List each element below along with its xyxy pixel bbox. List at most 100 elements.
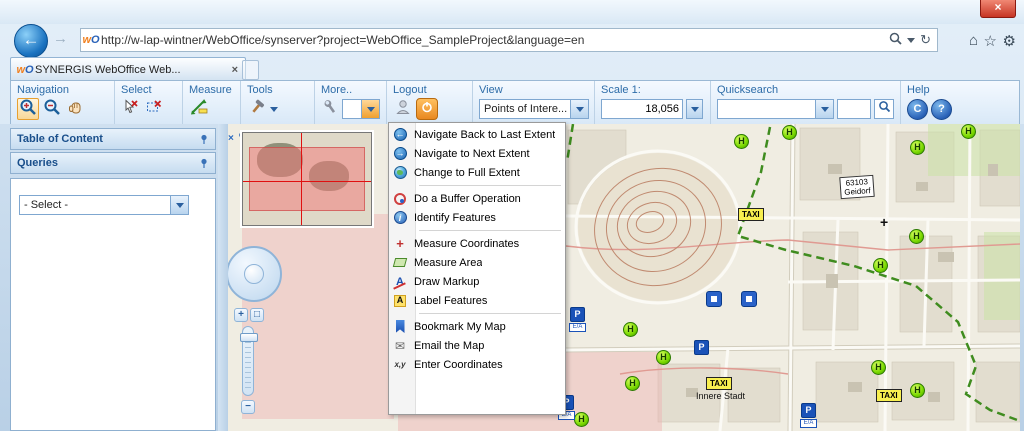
view-dropdown-trigger[interactable] xyxy=(570,100,588,118)
address-bar[interactable]: wO http://w-lap-wintner/WebOffice/synser… xyxy=(80,28,938,52)
wrench-tool[interactable] xyxy=(321,99,339,119)
menu-item-identify-features[interactable]: i Identify Features xyxy=(389,208,565,227)
scale-input[interactable] xyxy=(601,99,683,119)
zoom-slider-handle[interactable] xyxy=(240,333,258,342)
taxi-sign[interactable]: TAXI xyxy=(738,208,764,221)
pan-west-arrow[interactable] xyxy=(232,269,242,279)
menu-item-measure-area[interactable]: Measure Area xyxy=(389,253,565,272)
logout-button[interactable] xyxy=(416,98,438,120)
toc-header-label: Table of Content xyxy=(17,133,103,145)
parking-icon[interactable]: P xyxy=(694,340,709,355)
zoom-slider-track[interactable] xyxy=(240,326,258,396)
pan-control[interactable] xyxy=(228,246,282,302)
more-dropdown-trigger[interactable] xyxy=(361,100,379,118)
queries-panel-body: - Select - xyxy=(10,178,216,431)
tools-dropdown-caret[interactable] xyxy=(270,106,278,116)
stop-marker[interactable]: H xyxy=(910,383,925,398)
title-bar: × xyxy=(0,0,1024,24)
menu-item-full-extent[interactable]: Change to Full Extent xyxy=(389,163,565,182)
browser-back-button[interactable]: ← xyxy=(14,24,48,58)
pin-icon[interactable] xyxy=(199,134,209,145)
menu-item-email-map[interactable]: ✉ Email the Map xyxy=(389,336,565,355)
new-tab-button[interactable] xyxy=(242,60,259,80)
browser-tab[interactable]: wO SYNERGIS WebOffice Web... × xyxy=(10,57,246,81)
zoom-in-tool[interactable] xyxy=(17,98,39,120)
pan-north-arrow[interactable] xyxy=(249,252,259,262)
help-button[interactable]: ? xyxy=(931,98,952,120)
query-dropdown-trigger[interactable] xyxy=(170,196,188,214)
parking-garage-icon[interactable]: P E/A xyxy=(569,307,586,332)
parking-garage-icon[interactable]: P E/A xyxy=(800,403,817,428)
search-icon[interactable] xyxy=(889,32,902,48)
stop-marker[interactable]: H xyxy=(734,134,749,149)
select-by-rectangle-tool[interactable] xyxy=(144,99,164,119)
zoom-minus-button[interactable]: − xyxy=(241,400,255,414)
panel-header-toc[interactable]: Table of Content xyxy=(10,128,216,150)
menu-item-bookmark-map[interactable]: Bookmark My Map xyxy=(389,317,565,336)
quicksearch-dropdown-trigger[interactable] xyxy=(815,100,834,118)
menu-item-navigate-back[interactable]: ← Navigate Back to Last Extent xyxy=(389,125,565,144)
menu-item-enter-coordinates[interactable]: x,y Enter Coordinates xyxy=(389,355,565,374)
overview-map[interactable] xyxy=(242,132,372,226)
user-tool[interactable] xyxy=(393,99,413,119)
tools-hammer-tool[interactable] xyxy=(247,99,267,119)
stop-marker[interactable]: H xyxy=(623,322,638,337)
stop-marker[interactable]: H xyxy=(910,140,925,155)
stop-marker[interactable]: H xyxy=(574,412,589,427)
poi-icon[interactable] xyxy=(741,291,757,307)
stop-marker[interactable]: H xyxy=(961,124,976,139)
browser-forward-button[interactable]: → xyxy=(53,30,68,47)
stop-marker[interactable]: H xyxy=(909,229,924,244)
more-combo[interactable] xyxy=(342,99,380,119)
stop-marker[interactable]: H xyxy=(625,376,640,391)
favorites-star-icon[interactable]: ☆ xyxy=(984,32,997,50)
quicksearch-input[interactable] xyxy=(837,99,872,119)
menu-item-measure-coordinates[interactable]: + Measure Coordinates xyxy=(389,234,565,253)
zoom-box-button[interactable]: □ xyxy=(250,308,264,322)
query-select[interactable]: - Select - xyxy=(19,195,189,215)
pan-east-arrow[interactable] xyxy=(266,269,276,279)
stop-marker[interactable]: H xyxy=(871,360,886,375)
quicksearch-select[interactable] xyxy=(717,99,835,119)
stop-marker[interactable]: H xyxy=(656,350,671,365)
address-bar-row: ← → wO http://w-lap-wintner/WebOffice/sy… xyxy=(0,22,1024,58)
scale-dropdown-trigger[interactable] xyxy=(687,100,702,118)
menu-item-label: Do a Buffer Operation xyxy=(414,192,521,205)
menu-item-buffer-operation[interactable]: Do a Buffer Operation xyxy=(389,189,565,208)
measure-tool[interactable] xyxy=(189,98,209,119)
entrance-exit-label: E/A xyxy=(800,419,817,428)
contact-button[interactable]: C xyxy=(907,98,928,120)
poi-icon[interactable] xyxy=(706,291,722,307)
menu-item-draw-markup[interactable]: A Draw Markup xyxy=(389,272,565,291)
taxi-sign[interactable]: TAXI xyxy=(876,389,902,402)
view-select[interactable]: Points of Intere... xyxy=(479,99,589,119)
parking-icon: P xyxy=(570,307,585,322)
autocomplete-dropdown-icon[interactable] xyxy=(907,37,916,47)
stop-marker[interactable]: H xyxy=(782,125,797,140)
clear-selection-tool[interactable] xyxy=(121,98,141,119)
pan-tool[interactable] xyxy=(65,99,85,119)
taxi-sign[interactable]: TAXI xyxy=(706,377,732,390)
label-a-icon: A xyxy=(394,294,406,307)
home-icon[interactable]: ⌂ xyxy=(969,32,978,49)
zoom-plus-button[interactable]: + xyxy=(234,308,248,322)
panel-header-queries[interactable]: Queries xyxy=(10,152,216,174)
church-marker: + xyxy=(880,214,889,230)
overview-close-icon[interactable]: × xyxy=(228,133,234,144)
pin-icon[interactable] xyxy=(199,158,209,169)
zoom-out-tool[interactable] xyxy=(42,99,62,119)
quicksearch-select-value xyxy=(718,100,815,118)
panel-splitter[interactable] xyxy=(218,124,228,431)
refresh-icon[interactable]: ↻ xyxy=(920,32,931,48)
window-close-button[interactable]: × xyxy=(980,0,1016,18)
menu-item-navigate-next[interactable]: → Navigate to Next Extent xyxy=(389,144,565,163)
group-label-more: More.. xyxy=(321,84,353,96)
overview-extent-box[interactable] xyxy=(249,147,365,211)
quicksearch-button[interactable] xyxy=(874,99,894,119)
tab-close-button[interactable]: × xyxy=(229,64,241,76)
settings-gear-icon[interactable]: ⚙ xyxy=(1003,32,1016,50)
pan-south-arrow[interactable] xyxy=(249,286,259,296)
pan-center-button[interactable] xyxy=(244,264,264,284)
menu-item-label-features[interactable]: A Label Features xyxy=(389,291,565,310)
stop-marker[interactable]: H xyxy=(873,258,888,273)
